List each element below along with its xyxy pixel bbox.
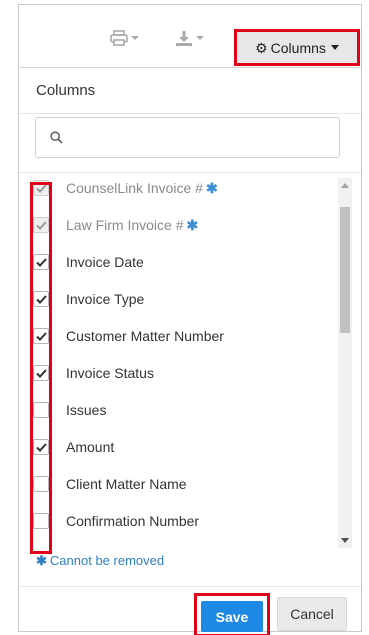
column-list: CounselLink Invoice # ✱ Law Firm Invoice …: [19, 173, 361, 545]
export-caret-icon: [196, 36, 204, 40]
columns-button[interactable]: ⚙ Columns: [234, 29, 360, 66]
column-item-law-firm-invoice: Law Firm Invoice # ✱: [29, 210, 329, 240]
gear-icon: ⚙: [255, 39, 268, 56]
save-button-highlight: Save: [194, 593, 270, 635]
checkbox-checked[interactable]: [33, 291, 49, 307]
columns-dropdown: Columns CounselLink Invoice # ✱ Law Firm…: [19, 67, 361, 635]
column-label: Amount: [66, 439, 115, 455]
checkbox-unchecked[interactable]: [33, 513, 49, 529]
column-item-confirmation-number[interactable]: Confirmation Number: [29, 506, 329, 536]
column-item-customer-matter-number[interactable]: Customer Matter Number: [29, 321, 329, 351]
checkmark-icon: [35, 331, 47, 341]
divider: [19, 113, 361, 114]
column-label: Invoice Date: [66, 254, 144, 270]
required-star-icon: ✱: [205, 179, 218, 196]
scroll-down-icon[interactable]: [341, 538, 349, 543]
required-star-icon: ✱: [186, 216, 199, 233]
scrollbar-thumb[interactable]: [340, 207, 350, 333]
column-label: Issues: [66, 402, 107, 418]
column-label: CounselLink Invoice #: [66, 179, 203, 196]
dropdown-title: Columns: [36, 82, 96, 99]
checkbox-checked[interactable]: [33, 328, 49, 344]
required-legend: ✱ Cannot be removed: [36, 553, 164, 569]
checkmark-icon: [35, 442, 47, 452]
column-item-issues[interactable]: Issues: [29, 395, 329, 425]
legend-text: Cannot be removed: [49, 553, 165, 568]
download-icon: [176, 30, 192, 46]
divider: [19, 586, 361, 587]
checkmark-icon: [35, 368, 47, 378]
checkmark-icon: [35, 183, 47, 193]
column-item-amount[interactable]: Amount: [29, 432, 329, 462]
search-icon: [50, 131, 63, 144]
checkbox-checked-disabled: [33, 180, 49, 196]
checkmark-icon: [35, 220, 47, 230]
scroll-up-icon[interactable]: [341, 183, 349, 188]
column-label: Confirmation Number: [66, 513, 200, 529]
column-label: Customer Matter Number: [66, 328, 224, 344]
column-label: Invoice Type: [66, 291, 145, 307]
checkmark-icon: [35, 294, 47, 304]
search-box[interactable]: [35, 117, 340, 158]
column-item-invoice-date[interactable]: Invoice Date: [29, 247, 329, 277]
columns-panel: ⚙ Columns Columns CounselLink Invoice # ✱: [18, 4, 362, 635]
toolbar: ⚙ Columns: [19, 5, 361, 66]
column-label: Client Matter Name: [66, 476, 187, 492]
checkbox-unchecked[interactable]: [33, 402, 49, 418]
column-item-counsellink-invoice: CounselLink Invoice # ✱: [29, 173, 329, 203]
scrollbar[interactable]: [338, 178, 352, 548]
checkbox-checked[interactable]: [33, 365, 49, 381]
checkmark-icon: [35, 257, 47, 267]
columns-button-label: Columns: [270, 39, 326, 56]
printer-icon: [110, 30, 128, 46]
print-button[interactable]: [110, 27, 139, 49]
checkbox-unchecked[interactable]: [33, 476, 49, 492]
cancel-button[interactable]: Cancel: [277, 597, 347, 631]
required-star-icon: ✱: [36, 553, 47, 568]
column-label: Invoice Status: [66, 365, 154, 381]
column-item-invoice-type[interactable]: Invoice Type: [29, 284, 329, 314]
save-button[interactable]: Save: [201, 601, 263, 632]
column-item-client-matter-name[interactable]: Client Matter Name: [29, 469, 329, 499]
checkbox-checked[interactable]: [33, 439, 49, 455]
checkbox-checked-disabled: [33, 217, 49, 233]
checkbox-checked[interactable]: [33, 254, 49, 270]
chevron-down-icon: [330, 45, 339, 50]
column-label: Law Firm Invoice #: [66, 216, 184, 233]
column-item-invoice-status[interactable]: Invoice Status: [29, 358, 329, 388]
print-caret-icon: [131, 36, 139, 40]
search-input[interactable]: [72, 127, 327, 149]
export-button[interactable]: [175, 27, 204, 49]
